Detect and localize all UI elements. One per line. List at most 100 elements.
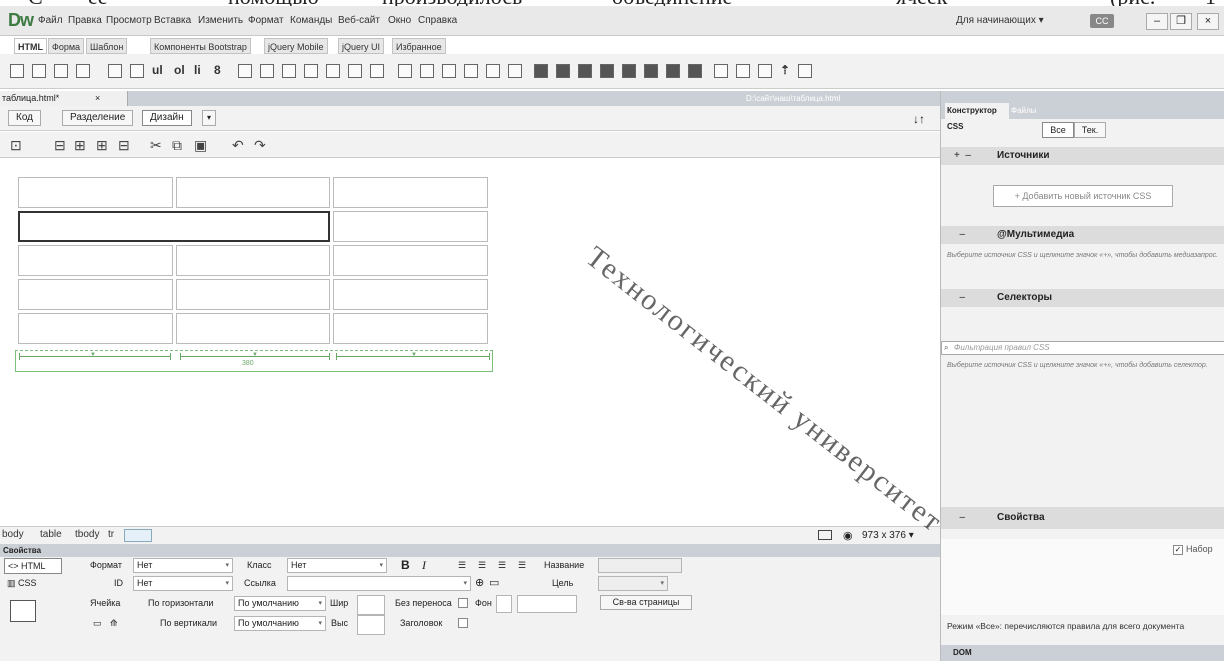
calendar-icon[interactable]: [758, 64, 772, 78]
table-cell[interactable]: [175, 279, 331, 310]
upload-icon[interactable]: ⇡: [780, 63, 790, 77]
design-view-button[interactable]: Дизайн: [142, 110, 192, 126]
all-button[interactable]: Все: [1042, 122, 1074, 138]
split-cell-icon[interactable]: ⟰: [110, 618, 118, 629]
undo-icon[interactable]: ↶: [232, 137, 244, 154]
tab-css-designer[interactable]: Конструктор CSS: [945, 103, 1009, 131]
menu-window[interactable]: Окно: [388, 15, 411, 26]
header-checkbox[interactable]: [458, 618, 468, 628]
merge-cells-icon[interactable]: ▭: [93, 618, 102, 629]
menu-insert[interactable]: Вставка: [154, 15, 191, 26]
class-select[interactable]: Нет ▾: [287, 558, 387, 573]
unordered-list-icon[interactable]: ☰: [458, 560, 466, 571]
tab-html[interactable]: HTML: [14, 38, 47, 54]
row-above-icon[interactable]: ⊟: [54, 137, 66, 154]
table-cell[interactable]: [333, 211, 488, 242]
sources-section-header[interactable]: + – Источники: [941, 147, 1224, 165]
ol-icon[interactable]: ol: [174, 63, 185, 77]
chevron-down-icon[interactable]: ▾: [202, 110, 216, 126]
selectors-section-header[interactable]: – Селекторы: [941, 289, 1224, 307]
background-input[interactable]: [517, 595, 577, 613]
table-cell[interactable]: [333, 279, 488, 310]
flash-icon[interactable]: [622, 64, 636, 78]
table-cell[interactable]: [333, 245, 488, 276]
close-icon[interactable]: ×: [95, 91, 100, 106]
table-cell[interactable]: [18, 245, 173, 276]
media-icon[interactable]: [534, 64, 548, 78]
table-cell[interactable]: [333, 313, 488, 344]
italic-button[interactable]: I: [422, 558, 426, 573]
css-properties-tab[interactable]: ▥ CSS: [4, 576, 62, 592]
workspace-switcher[interactable]: Для начинающих ▾: [956, 15, 1044, 26]
tag-selector-table[interactable]: table: [40, 529, 62, 540]
tag-selector-body[interactable]: body: [2, 529, 24, 540]
ordered-list-icon[interactable]: ☰: [478, 560, 486, 571]
minimize-icon[interactable]: –: [1146, 13, 1168, 30]
menu-site[interactable]: Веб-сайт: [338, 15, 380, 26]
plugin-icon[interactable]: [666, 64, 680, 78]
meta-icon[interactable]: [486, 64, 500, 78]
properties-section-header[interactable]: – Свойства: [941, 507, 1224, 529]
tab-files[interactable]: Файлы: [1011, 103, 1036, 119]
heading-icon[interactable]: [76, 64, 90, 78]
copy-icon[interactable]: ⧉: [172, 137, 182, 154]
comment-icon[interactable]: [464, 64, 478, 78]
tag-selector-tr[interactable]: tr: [108, 529, 114, 540]
canvas-icon[interactable]: [578, 64, 592, 78]
minus-icon[interactable]: –: [954, 226, 966, 244]
show-set-checkbox[interactable]: ✓: [1173, 545, 1183, 555]
cut-icon[interactable]: ✂: [150, 137, 162, 154]
tab-template[interactable]: Шаблон: [86, 38, 128, 54]
paste-icon[interactable]: ▣: [194, 137, 207, 154]
row-below-icon[interactable]: ⊞: [74, 137, 86, 154]
table-cell[interactable]: [175, 177, 331, 208]
globe-icon[interactable]: ◉: [843, 529, 853, 542]
menu-commands[interactable]: Команды: [290, 15, 332, 26]
col-left-icon[interactable]: ⊞: [96, 137, 108, 154]
keywords-icon[interactable]: [508, 64, 522, 78]
table-cell[interactable]: [18, 279, 173, 310]
footer-icon[interactable]: [370, 64, 384, 78]
filter-rules-input[interactable]: ⌕ Фильтрация правил CSS: [941, 341, 1224, 355]
window-size-readout[interactable]: 973 x 376 ▾: [862, 530, 914, 541]
menu-help[interactable]: Справка: [418, 15, 457, 26]
redo-icon[interactable]: ↷: [254, 137, 266, 154]
tab-bootstrap[interactable]: Компоненты Bootstrap: [150, 38, 251, 54]
minus-icon[interactable]: –: [954, 289, 966, 307]
template-icon[interactable]: [798, 64, 812, 78]
folder-icon[interactable]: ▭: [489, 576, 499, 589]
outdent-icon[interactable]: ☰: [498, 560, 506, 571]
globe-icon[interactable]: ⊕: [475, 576, 484, 589]
table-cell[interactable]: [18, 177, 173, 208]
menu-view[interactable]: Просмотр: [106, 15, 152, 26]
width-input[interactable]: [357, 595, 385, 615]
tab-jquery-mobile[interactable]: jQuery Mobile: [264, 38, 328, 54]
main-icon[interactable]: [282, 64, 296, 78]
format-select[interactable]: Нет ▾: [133, 558, 233, 573]
nowrap-checkbox[interactable]: [458, 598, 468, 608]
restore-icon[interactable]: ❐: [1170, 13, 1192, 30]
hyperlink-icon[interactable]: [398, 64, 412, 78]
design-table[interactable]: [15, 174, 491, 347]
tag-selector-td[interactable]: [124, 529, 152, 542]
split-view-button[interactable]: Разделение: [62, 110, 134, 126]
html-properties-tab[interactable]: <> HTML: [4, 558, 62, 574]
menu-file[interactable]: Файл: [38, 15, 63, 26]
target-select[interactable]: ▾: [598, 576, 668, 591]
bold-button[interactable]: B: [401, 558, 410, 572]
tab-jquery-ui[interactable]: jQuery UI: [338, 38, 385, 54]
table-cell[interactable]: [175, 313, 331, 344]
tab-dom[interactable]: DOM: [941, 645, 1224, 661]
height-input[interactable]: [357, 615, 385, 635]
insert-icon[interactable]: ⊡: [10, 137, 22, 154]
div-icon[interactable]: [10, 64, 24, 78]
menu-modify[interactable]: Изменить: [198, 15, 243, 26]
merged-table-cell[interactable]: [18, 211, 331, 242]
color-swatch[interactable]: [496, 595, 512, 613]
vertical-align-select[interactable]: По умолчанию ▾: [234, 616, 326, 631]
close-icon[interactable]: ×: [1197, 13, 1219, 30]
page-properties-button[interactable]: Св-ва страницы: [600, 595, 692, 610]
table-cell[interactable]: [175, 245, 331, 276]
design-canvas[interactable]: ▼ ▼ ▼ 380: [0, 160, 940, 526]
tag-selector-tbody[interactable]: tbody: [75, 529, 99, 540]
